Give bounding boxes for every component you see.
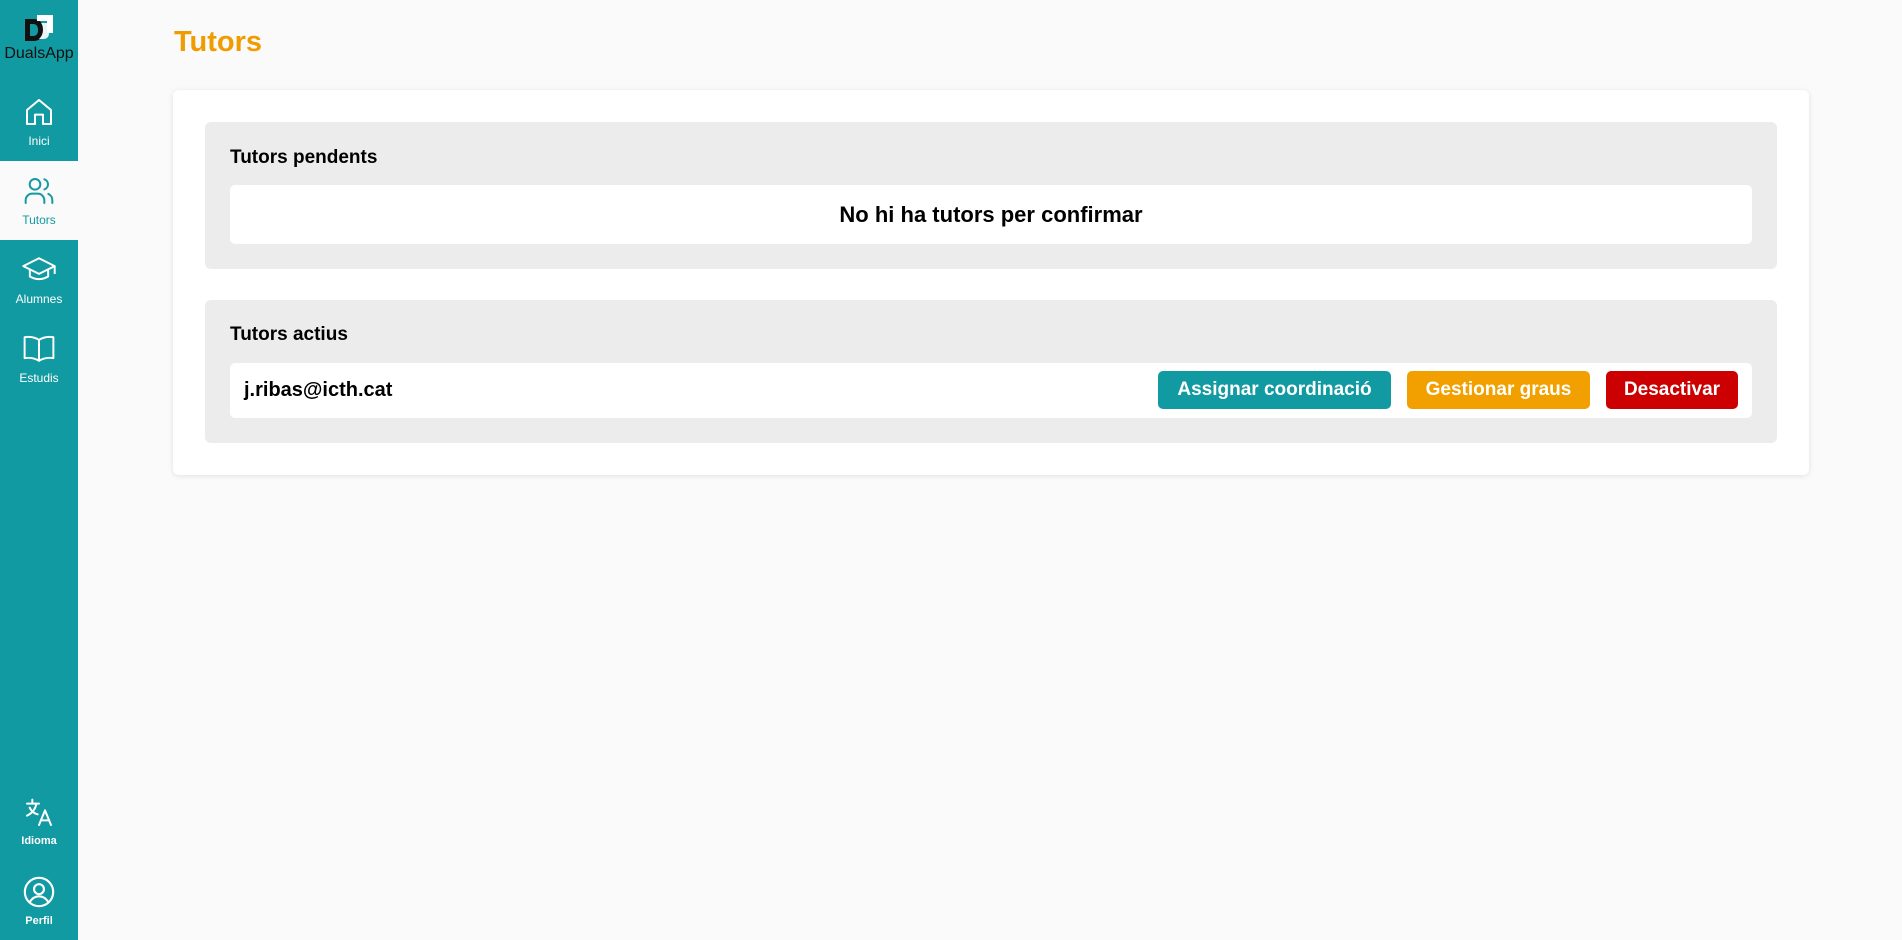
app-logo[interactable]: DualsApp xyxy=(0,0,78,82)
sidebar-item-label: Inici xyxy=(28,133,50,148)
book-icon xyxy=(23,335,55,362)
dualsapp-logo-icon xyxy=(25,15,53,41)
user-circle-icon xyxy=(23,876,55,907)
deactivate-button[interactable]: Desactivar xyxy=(1606,371,1738,409)
tutor-email: j.ribas@icth.cat xyxy=(244,379,393,401)
sidebar: DualsApp Inici Tutors Alumnes Estudis Id… xyxy=(0,0,78,940)
sidebar-item-alumnes[interactable]: Alumnes xyxy=(0,240,78,319)
pending-tutors-section: Tutors pendents No hi ha tutors per conf… xyxy=(205,122,1777,269)
active-tutors-title: Tutors actius xyxy=(230,324,348,345)
assign-coordination-button[interactable]: Assignar coordinació xyxy=(1158,371,1391,409)
sidebar-item-label: Estudis xyxy=(19,370,59,385)
app-name: DualsApp xyxy=(4,45,74,62)
sidebar-item-estudis[interactable]: Estudis xyxy=(0,319,78,398)
page-title: Tutors xyxy=(174,26,263,58)
sidebar-item-inici[interactable]: Inici xyxy=(0,82,78,161)
active-tutors-section: Tutors actius j.ribas@icth.cat Assignar … xyxy=(205,300,1777,443)
pending-empty-message: No hi ha tutors per confirmar xyxy=(230,185,1752,244)
graduation-cap-icon xyxy=(22,256,56,280)
tutors-card: Tutors pendents No hi ha tutors per conf… xyxy=(173,90,1809,475)
translate-icon xyxy=(26,798,52,826)
sidebar-item-perfil[interactable]: Perfil xyxy=(0,861,78,940)
sidebar-item-label: Idioma xyxy=(21,834,57,847)
sidebar-item-label: Alumnes xyxy=(15,291,63,306)
sidebar-item-label: Perfil xyxy=(25,914,53,927)
sidebar-item-label: Tutors xyxy=(22,212,56,227)
sidebar-item-tutors[interactable]: Tutors xyxy=(0,161,78,240)
list-item: j.ribas@icth.cat Assignar coordinació Ge… xyxy=(230,363,1752,418)
users-icon xyxy=(24,177,54,204)
pending-tutors-title: Tutors pendents xyxy=(230,147,378,168)
sidebar-item-idioma[interactable]: Idioma xyxy=(0,782,78,861)
manage-grades-button[interactable]: Gestionar graus xyxy=(1407,371,1590,409)
home-icon xyxy=(26,98,52,125)
